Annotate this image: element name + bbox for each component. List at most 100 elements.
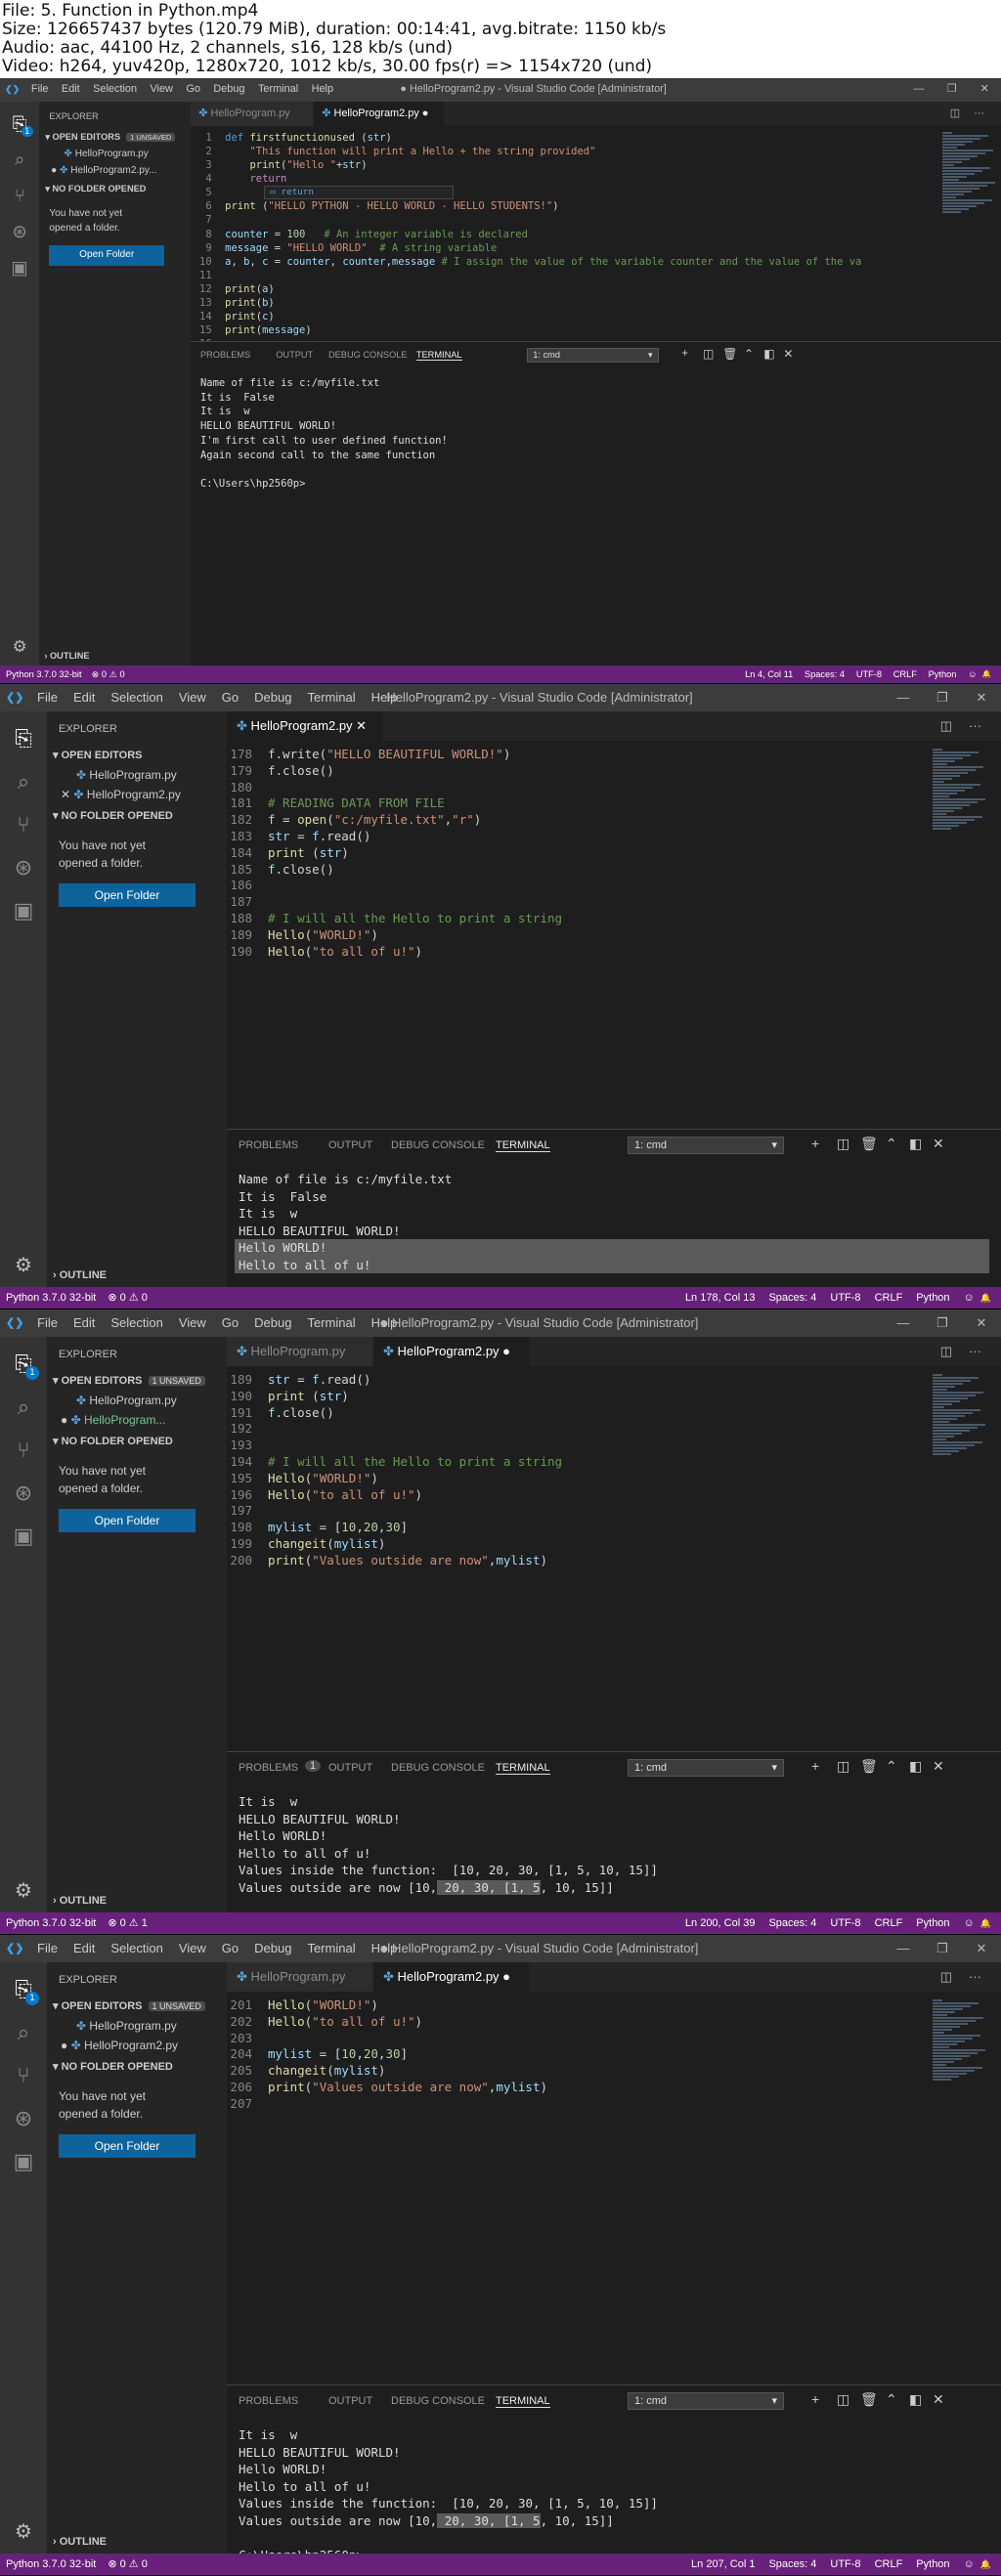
split-editor-icon[interactable]: ◫	[940, 1962, 952, 1992]
no-folder-section[interactable]: ▾ NO FOLDER OPENED	[53, 1435, 223, 1447]
split-editor-icon[interactable]: ◫	[950, 102, 960, 126]
cursor-position[interactable]: Ln 207, Col 1	[691, 2554, 755, 2575]
split-terminal-icon[interactable]: ◫	[837, 1136, 849, 1152]
tab-output[interactable]: OUTPUT	[328, 1139, 372, 1151]
open-editor-item[interactable]: ✤ HelloProgram.py	[65, 149, 149, 159]
feedback-smiley-icon[interactable]: ☺	[964, 1912, 975, 1934]
tab-debug-console[interactable]: DEBUG CONSOLE	[328, 350, 408, 360]
encoding[interactable]: UTF-8	[830, 2554, 860, 2575]
tab-problems[interactable]: PROBLEMS	[239, 1762, 298, 1774]
outline-section[interactable]: › OUTLINE	[53, 1895, 107, 1907]
files-icon[interactable]: ⎘	[0, 1970, 47, 2009]
modified-dot-icon[interactable]: ●	[500, 1344, 510, 1358]
code-editor[interactable]: 1 def firstfunctionused (str) 2 "This func…	[191, 131, 1001, 341]
open-editor-item-active[interactable]: ● ✤ HelloProgram...	[61, 1413, 165, 1427]
minimap[interactable]	[941, 132, 995, 214]
manage-gear-icon[interactable]: ⚙	[0, 1250, 47, 1279]
tab-problems[interactable]: PROBLEMS	[239, 2395, 298, 2407]
notifications-bell-icon[interactable]: 🔔	[980, 1287, 991, 1309]
search-icon[interactable]: ⌕	[0, 762, 47, 801]
restore-panel-icon[interactable]: ◧	[909, 1136, 922, 1152]
open-editors-section[interactable]: ▾ OPEN EDITORS	[53, 749, 223, 761]
source-control-icon[interactable]: ⑂	[0, 805, 47, 844]
restore-panel-icon[interactable]: ◧	[909, 1758, 922, 1775]
more-actions-icon[interactable]: ···	[969, 711, 981, 741]
close-editor-icon[interactable]: ✕	[61, 788, 73, 801]
indentation[interactable]: Spaces: 4	[768, 1287, 816, 1309]
debug-icon[interactable]: ⊛	[0, 2099, 47, 2138]
open-editor-item-active[interactable]: ✕ ✤ HelloProgram2.py	[61, 788, 181, 801]
modified-dot-icon[interactable]: ●	[61, 1413, 71, 1427]
outline-section[interactable]: › OUTLINE	[53, 1269, 107, 1281]
python-interpreter[interactable]: Python 3.7.0 32-bit	[6, 665, 82, 683]
split-terminal-icon[interactable]: ◫	[703, 347, 714, 361]
restore-button[interactable]: ❐	[923, 684, 962, 711]
tab-output[interactable]: OUTPUT	[328, 1762, 372, 1774]
language-mode[interactable]: Python	[916, 1912, 949, 1934]
menu-file[interactable]: File	[29, 684, 65, 711]
line-ending[interactable]: CRLF	[875, 1287, 903, 1309]
menu-file[interactable]: File	[29, 1935, 65, 1962]
notifications-bell-icon[interactable]: 🔔	[982, 665, 991, 683]
notifications-bell-icon[interactable]: 🔔	[980, 2554, 991, 2575]
terminal-select[interactable]: 1: cmd ▾	[628, 2392, 784, 2410]
terminal-select[interactable]: 1: cmd ▾	[527, 347, 659, 363]
code-editor[interactable]: 201 Hello("WORLD!") 202 Hello("to all of u!…	[227, 1997, 1001, 2113]
open-folder-button[interactable]: Open Folder	[59, 1509, 196, 1532]
problems-status[interactable]: ⊗ 0 ⚠ 0	[108, 2554, 147, 2575]
open-editors-section[interactable]: ▾ OPEN EDITORS 1 UNSAVED	[53, 1999, 223, 2012]
close-window-button[interactable]: ✕	[962, 1935, 1001, 1962]
search-icon[interactable]: ⌕	[0, 144, 39, 177]
minimap[interactable]	[933, 1374, 991, 1456]
close-panel-icon[interactable]: ✕	[933, 2391, 944, 2408]
tab-output[interactable]: OUTPUT	[276, 350, 313, 360]
no-folder-section[interactable]: ▾ NO FOLDER OPENED	[53, 2060, 223, 2073]
line-ending[interactable]: CRLF	[875, 2554, 903, 2575]
search-icon[interactable]: ⌕	[0, 2013, 47, 2052]
minimap[interactable]	[933, 1999, 991, 2082]
encoding[interactable]: UTF-8	[830, 1287, 860, 1309]
open-editor-item[interactable]: ✤ HelloProgram.py	[76, 2019, 177, 2033]
modified-dot-icon[interactable]: ●	[61, 2039, 71, 2052]
close-panel-icon[interactable]: ✕	[933, 1758, 944, 1775]
terminal-output[interactable]: Name of file is c:/myfile.txt It is False…	[200, 376, 1001, 492]
python-interpreter[interactable]: Python 3.7.0 32-bit	[6, 1912, 96, 1934]
notifications-bell-icon[interactable]: 🔔	[980, 1912, 991, 1934]
language-mode[interactable]: Python	[929, 665, 957, 683]
tab-helloprogram[interactable]: ✤ HelloProgram.py	[227, 1962, 373, 1992]
indentation[interactable]: Spaces: 4	[768, 1912, 816, 1934]
cursor-position[interactable]: Ln 178, Col 13	[685, 1287, 756, 1309]
tab-problems[interactable]: PROBLEMS	[200, 350, 250, 360]
outline-section[interactable]: › OUTLINE	[44, 651, 89, 661]
code-editor[interactable]: 189 str = f.read() 190 print (str) 191 f.clos…	[227, 1372, 1001, 1569]
source-control-icon[interactable]: ⑂	[0, 1431, 47, 1470]
minimize-button[interactable]: —	[902, 78, 936, 102]
split-terminal-icon[interactable]: ◫	[837, 2391, 849, 2408]
new-terminal-icon[interactable]: +	[811, 1758, 819, 1774]
more-actions-icon[interactable]: ···	[969, 1337, 981, 1366]
tab-problems[interactable]: PROBLEMS	[239, 1139, 298, 1151]
line-ending[interactable]: CRLF	[875, 1912, 903, 1934]
terminal-select[interactable]: 1: cmd ▾	[628, 1137, 784, 1154]
open-editor-item[interactable]: ✤ HelloProgram.py	[76, 1394, 177, 1407]
debug-icon[interactable]: ⊛	[0, 216, 39, 249]
restore-button[interactable]: ❐	[923, 1935, 962, 1962]
maximize-panel-icon[interactable]: ⌃	[886, 1758, 897, 1775]
kill-terminal-icon[interactable]: 🗑	[860, 1758, 878, 1775]
terminal-select[interactable]: 1: cmd ▾	[628, 1759, 784, 1777]
feedback-smiley-icon[interactable]: ☺	[964, 1287, 975, 1309]
more-actions-icon[interactable]: ···	[974, 102, 984, 126]
tab-output[interactable]: OUTPUT	[328, 2395, 372, 2407]
terminal-output[interactable]: It is w HELLO BEAUTIFUL WORLD! Hello WORLD…	[239, 2426, 1001, 2563]
tab-debug-console[interactable]: DEBUG CONSOLE	[391, 1139, 485, 1151]
minimize-button[interactable]: —	[884, 684, 923, 711]
tab-terminal[interactable]: TERMINAL	[415, 350, 462, 362]
restore-button[interactable]: ❐	[936, 78, 969, 102]
minimap[interactable]	[933, 749, 991, 831]
new-terminal-icon[interactable]: +	[811, 1136, 819, 1151]
open-editor-item-active[interactable]: ● ✤ HelloProgram2.py	[61, 2039, 178, 2052]
no-folder-section[interactable]: ▾ NO FOLDER OPENED	[53, 809, 223, 822]
source-control-icon[interactable]: ⑂	[0, 180, 39, 213]
open-folder-button[interactable]: Open Folder	[59, 2134, 196, 2158]
new-terminal-icon[interactable]: +	[681, 347, 688, 360]
